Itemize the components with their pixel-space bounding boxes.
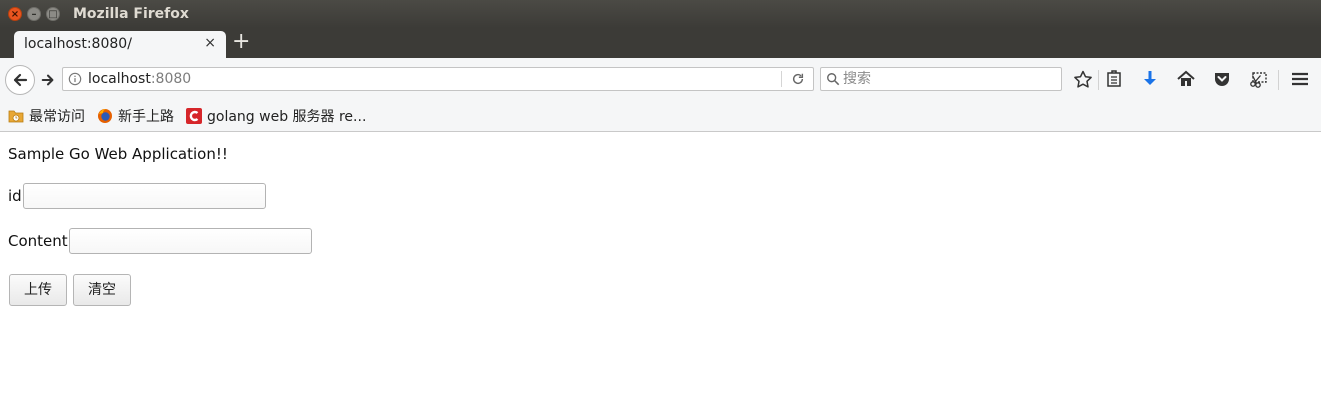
- url-bar[interactable]: localhost:8080: [62, 67, 814, 91]
- content-input[interactable]: [68, 228, 312, 254]
- download-icon[interactable]: [1139, 69, 1161, 89]
- home-icon[interactable]: [1175, 69, 1197, 89]
- firefox-icon: [98, 109, 112, 123]
- toolbar-divider: [1098, 70, 1099, 90]
- bookmark-label: 新手上路: [118, 109, 174, 125]
- page-content: Sample Go Web Application!! id Content 上…: [0, 133, 1321, 406]
- page-title: Sample Go Web Application!!: [8, 145, 228, 163]
- c-logo-icon: [186, 108, 202, 124]
- url-text[interactable]: localhost:8080: [88, 71, 191, 87]
- reload-icon[interactable]: [791, 72, 805, 86]
- bookmark-label: 最常访问: [29, 109, 85, 125]
- url-divider: [781, 71, 782, 87]
- content-label: Content: [8, 232, 68, 250]
- screenshot-icon[interactable]: [1247, 69, 1269, 89]
- bookmark-most-visited[interactable]: 最常访问: [8, 106, 85, 126]
- bookmarks-toolbar: 最常访问 新手上路 golang web 服务器 re...: [0, 100, 1321, 132]
- forward-button[interactable]: [36, 69, 60, 91]
- search-bar[interactable]: [820, 67, 1062, 91]
- window-titlebar: × – □ Mozilla Firefox: [0, 0, 1321, 28]
- nav-bar: localhost:8080: [0, 58, 1321, 100]
- search-icon: [827, 73, 840, 86]
- tab-title: localhost:8080/: [24, 36, 132, 52]
- id-input[interactable]: [22, 183, 266, 209]
- bookmark-label: golang web 服务器 re...: [207, 109, 367, 125]
- url-port: :8080: [150, 71, 192, 87]
- tab-strip: localhost:8080/ ×: [0, 28, 1321, 58]
- tab-close-icon[interactable]: ×: [204, 35, 216, 51]
- url-host: localhost: [88, 71, 151, 87]
- bookmark-golang-web-server[interactable]: golang web 服务器 re...: [186, 106, 366, 126]
- tab-localhost[interactable]: localhost:8080/ ×: [14, 31, 226, 58]
- info-icon[interactable]: [68, 72, 82, 86]
- back-button[interactable]: [5, 65, 35, 95]
- back-arrow-icon: [13, 73, 28, 87]
- window-close-button[interactable]: ×: [8, 7, 22, 21]
- bookmark-getting-started[interactable]: 新手上路: [97, 106, 174, 126]
- pocket-icon[interactable]: [1211, 69, 1233, 89]
- menu-icon[interactable]: [1289, 69, 1311, 89]
- new-tab-button[interactable]: +: [232, 31, 250, 53]
- id-label: id: [8, 187, 22, 205]
- folder-recent-icon: [8, 110, 24, 123]
- window-title: Mozilla Firefox: [73, 6, 189, 22]
- toolbar-divider: [1278, 70, 1279, 90]
- window-maximize-button[interactable]: □: [46, 7, 60, 21]
- clear-button[interactable]: 清空: [73, 274, 131, 306]
- forward-arrow-icon: [41, 74, 54, 86]
- content-field-row: Content: [8, 228, 312, 254]
- upload-button[interactable]: 上传: [9, 274, 67, 306]
- reading-list-icon[interactable]: [1103, 69, 1125, 89]
- window-minimize-button[interactable]: –: [27, 7, 41, 21]
- id-field-row: id: [8, 183, 266, 209]
- bookmark-star-icon[interactable]: [1072, 69, 1094, 89]
- search-input[interactable]: [843, 69, 1053, 89]
